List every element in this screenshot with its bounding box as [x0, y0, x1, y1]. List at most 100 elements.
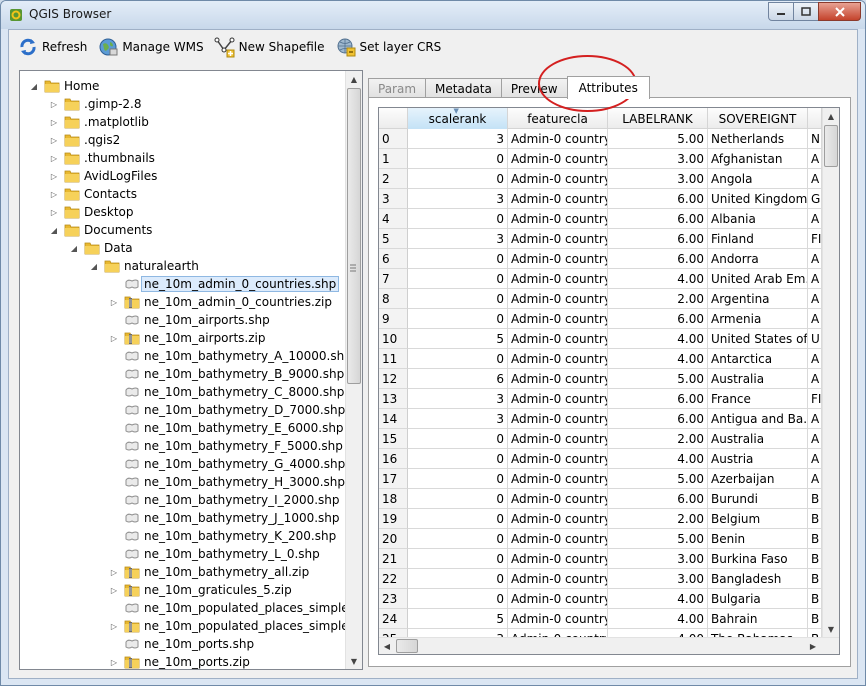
table-row[interactable]: 12 6 Admin-0 country 5.00 Australia A	[379, 369, 822, 389]
cell-scalerank[interactable]: 0	[408, 509, 508, 529]
table-row[interactable]: 11 0 Admin-0 country 4.00 Antarctica A	[379, 349, 822, 369]
cell-featurecla[interactable]: Admin-0 country	[508, 309, 608, 329]
cell-featurecla[interactable]: Admin-0 country	[508, 489, 608, 509]
tree-item[interactable]: ▷ Desktop	[48, 203, 134, 221]
row-number[interactable]: 8	[379, 289, 408, 309]
cell-scalerank[interactable]: 0	[408, 449, 508, 469]
expanded-arrow-icon[interactable]: ◢	[48, 224, 60, 236]
cell-labelrank[interactable]: 6.00	[608, 189, 708, 209]
column-header[interactable]	[808, 108, 822, 129]
cell-sovereignt[interactable]: United Kingdom	[708, 189, 808, 209]
cell-labelrank[interactable]: 3.00	[608, 169, 708, 189]
cell-next-column[interactable]: A	[808, 149, 822, 169]
tree-item[interactable]: ▷ .matplotlib	[48, 113, 149, 131]
table-row[interactable]: 24 5 Admin-0 country 4.00 Bahrain B	[379, 609, 822, 629]
cell-next-column[interactable]: B	[808, 549, 822, 569]
cell-sovereignt[interactable]: Australia	[708, 429, 808, 449]
cell-labelrank[interactable]: 6.00	[608, 389, 708, 409]
tab-metadata[interactable]: Metadata	[425, 78, 502, 98]
cell-sovereignt[interactable]: United Arab Em...	[708, 269, 808, 289]
tree-item[interactable]: ne_10m_bathymetry_I_2000.shp	[108, 491, 340, 509]
cell-scalerank[interactable]: 3	[408, 129, 508, 149]
row-number[interactable]: 22	[379, 569, 408, 589]
cell-next-column[interactable]: A	[808, 289, 822, 309]
table-row[interactable]: 7 0 Admin-0 country 4.00 United Arab Em... A	[379, 269, 822, 289]
cell-next-column[interactable]: B	[808, 529, 822, 549]
cell-next-column[interactable]: A	[808, 209, 822, 229]
cell-featurecla[interactable]: Admin-0 country	[508, 229, 608, 249]
cell-featurecla[interactable]: Admin-0 country	[508, 289, 608, 309]
cell-sovereignt[interactable]: Netherlands	[708, 129, 808, 149]
tree-item[interactable]: ▷ ne_10m_graticules_5.zip	[108, 581, 292, 599]
cell-sovereignt[interactable]: Bulgaria	[708, 589, 808, 609]
cell-featurecla[interactable]: Admin-0 country	[508, 509, 608, 529]
row-number[interactable]: 1	[379, 149, 408, 169]
tab-preview[interactable]: Preview	[500, 78, 568, 98]
table-row[interactable]: 19 0 Admin-0 country 2.00 Belgium B	[379, 509, 822, 529]
cell-labelrank[interactable]: 4.00	[608, 329, 708, 349]
close-button[interactable]	[818, 2, 861, 21]
tree-item[interactable]: ne_10m_bathymetry_E_6000.shp	[108, 419, 344, 437]
tree-item[interactable]: ▷ ne_10m_populated_places_simple.zip	[108, 617, 362, 635]
cell-featurecla[interactable]: Admin-0 country	[508, 389, 608, 409]
tree-item[interactable]: ▷ .gimp-2.8	[48, 95, 142, 113]
scroll-down-arrow[interactable]: ▼	[346, 653, 362, 669]
cell-sovereignt[interactable]: Finland	[708, 229, 808, 249]
table-row[interactable]: 17 0 Admin-0 country 5.00 Azerbaijan A	[379, 469, 822, 489]
cell-next-column[interactable]: FI	[808, 389, 822, 409]
row-number[interactable]: 12	[379, 369, 408, 389]
cell-sovereignt[interactable]: France	[708, 389, 808, 409]
cell-labelrank[interactable]: 5.00	[608, 129, 708, 149]
cell-labelrank[interactable]: 5.00	[608, 529, 708, 549]
row-number[interactable]: 4	[379, 209, 408, 229]
table-row[interactable]: 14 3 Admin-0 country 6.00 Antigua and Ba... A	[379, 409, 822, 429]
tree-item[interactable]: ▷ ne_10m_ports.zip	[108, 653, 250, 669]
cell-scalerank[interactable]: 3	[408, 189, 508, 209]
column-header[interactable]: SOVEREIGNT	[708, 108, 808, 129]
cell-scalerank[interactable]: 0	[408, 429, 508, 449]
cell-sovereignt[interactable]: Burundi	[708, 489, 808, 509]
cell-labelrank[interactable]: 4.00	[608, 349, 708, 369]
table-vertical-thumb[interactable]	[824, 125, 838, 167]
row-number[interactable]: 5	[379, 229, 408, 249]
cell-scalerank[interactable]: 0	[408, 249, 508, 269]
cell-next-column[interactable]: A	[808, 169, 822, 189]
collapsed-arrow-icon[interactable]: ▷	[48, 116, 60, 128]
cell-sovereignt[interactable]: Angola	[708, 169, 808, 189]
cell-featurecla[interactable]: Admin-0 country	[508, 569, 608, 589]
table-scroll-left-arrow[interactable]: ◀	[379, 638, 395, 654]
cell-labelrank[interactable]: 2.00	[608, 429, 708, 449]
cell-labelrank[interactable]: 2.00	[608, 509, 708, 529]
table-corner-header[interactable]	[379, 108, 408, 129]
cell-featurecla[interactable]: Admin-0 country	[508, 609, 608, 629]
cell-featurecla[interactable]: Admin-0 country	[508, 449, 608, 469]
collapsed-arrow-icon[interactable]: ▷	[108, 584, 120, 596]
tree-item[interactable]: ne_10m_bathymetry_H_3000.shp	[108, 473, 345, 491]
cell-labelrank[interactable]: 6.00	[608, 489, 708, 509]
cell-scalerank[interactable]: 6	[408, 369, 508, 389]
cell-featurecla[interactable]: Admin-0 country	[508, 169, 608, 189]
cell-featurecla[interactable]: Admin-0 country	[508, 269, 608, 289]
tree-item[interactable]: ne_10m_admin_0_countries.shp	[108, 275, 340, 293]
cell-featurecla[interactable]: Admin-0 country	[508, 529, 608, 549]
cell-labelrank[interactable]: 6.00	[608, 229, 708, 249]
cell-next-column[interactable]: A	[808, 309, 822, 329]
title-bar[interactable]: QGIS Browser	[1, 1, 865, 29]
cell-next-column[interactable]: A	[808, 469, 822, 489]
row-number[interactable]: 13	[379, 389, 408, 409]
table-row[interactable]: 20 0 Admin-0 country 5.00 Benin B	[379, 529, 822, 549]
tree-item[interactable]: ne_10m_bathymetry_C_8000.shp	[108, 383, 344, 401]
set-layer-crs-button[interactable]: Set layer CRS	[333, 33, 448, 61]
table-row[interactable]: 13 3 Admin-0 country 6.00 France FI	[379, 389, 822, 409]
table-row[interactable]: 10 5 Admin-0 country 4.00 United States of..…	[379, 329, 822, 349]
row-number[interactable]: 18	[379, 489, 408, 509]
cell-labelrank[interactable]: 3.00	[608, 569, 708, 589]
browser-tree[interactable]: ◢ Home ▷ .gimp-2.8 ▷ .matplotlib ▷ .qgis2 ▷ …	[19, 70, 363, 670]
cell-scalerank[interactable]: 3	[408, 409, 508, 429]
cell-scalerank[interactable]: 5	[408, 609, 508, 629]
table-row[interactable]: 5 3 Admin-0 country 6.00 Finland FI	[379, 229, 822, 249]
cell-next-column[interactable]: B	[808, 569, 822, 589]
new-shapefile-button[interactable]: New Shapefile	[212, 33, 331, 61]
row-number[interactable]: 10	[379, 329, 408, 349]
cell-sovereignt[interactable]: Andorra	[708, 249, 808, 269]
